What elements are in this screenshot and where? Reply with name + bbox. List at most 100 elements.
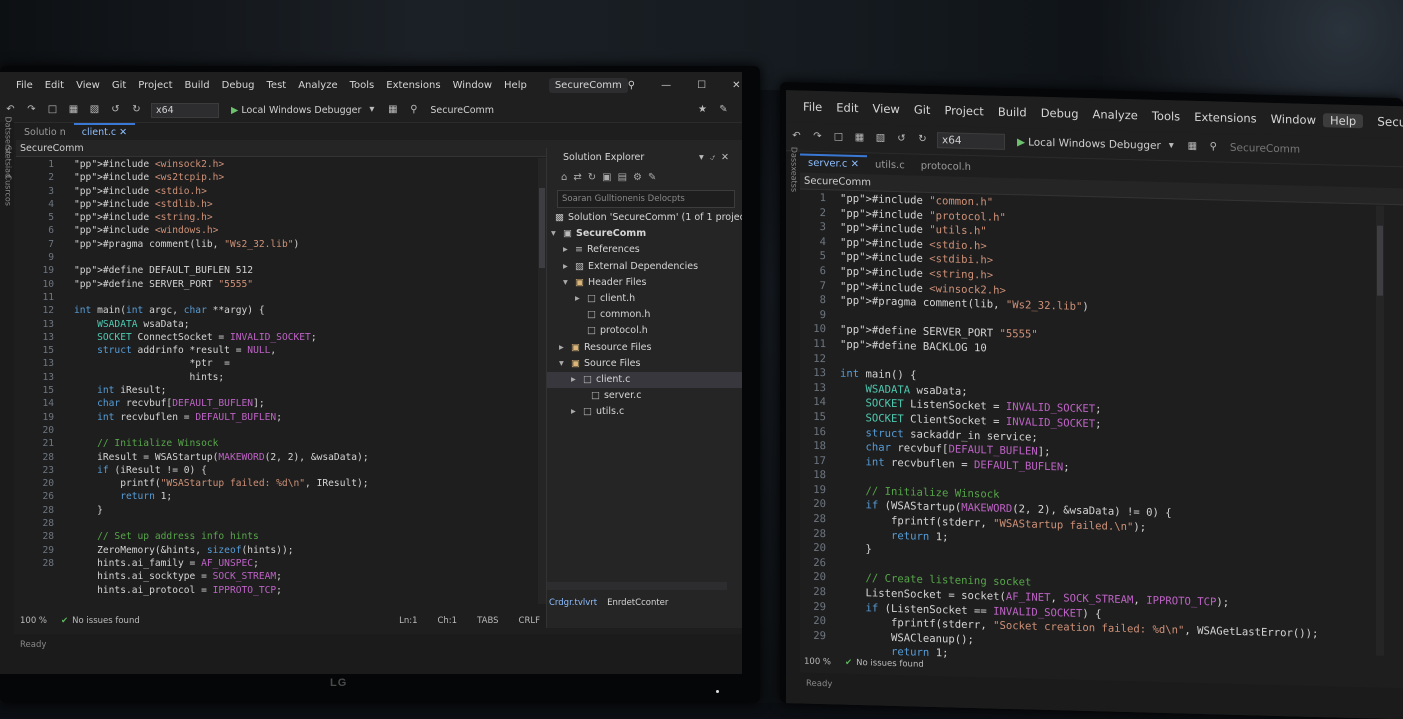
code-line[interactable]: "pp">#include <stdio.h>	[74, 185, 369, 198]
new-file-icon[interactable]: □	[832, 131, 845, 143]
menu-file[interactable]: File	[796, 99, 829, 115]
menu-edit[interactable]: Edit	[829, 100, 865, 115]
find-icon[interactable]: ⚲	[407, 104, 420, 116]
code-line[interactable]: struct addrinfo *result = NULL,	[74, 344, 369, 357]
tree-client-h[interactable]: ▸ □ client.h	[547, 291, 742, 307]
tree-protocol-h[interactable]: □ protocol.h	[547, 323, 742, 339]
menu-git[interactable]: Git	[106, 80, 132, 91]
tab-error-list[interactable]: EnrdetCconter	[607, 598, 668, 608]
menu-git[interactable]: Git	[907, 102, 938, 117]
tree-common-h[interactable]: □ common.h	[547, 307, 742, 323]
code-line[interactable]: "pp">#define SERVER_PORT "5555"	[74, 278, 369, 291]
zoom-level[interactable]: 100 %	[804, 657, 831, 668]
code-line[interactable]: ZeroMemory(&hints, sizeof(hints));	[74, 544, 369, 557]
tree-utils-c[interactable]: ▸ □ utils.c	[547, 404, 742, 420]
tree-external-dependencies[interactable]: ▸ ▧ External Dependencies	[547, 259, 742, 275]
tab-solution-explorer[interactable]: Crdgr.tvlvrt	[549, 598, 597, 608]
save-all-icon[interactable]: ▧	[874, 132, 887, 144]
minimize-icon[interactable]: —	[661, 80, 671, 91]
code-line[interactable]: *ptr =	[74, 357, 369, 370]
tree-solution[interactable]: ▩ Solution 'SecureComm' (1 of 1 project)	[547, 210, 742, 226]
back-icon[interactable]: ↶	[790, 130, 803, 142]
maximize-icon[interactable]: ☐	[697, 80, 706, 91]
tree-project[interactable]: ▾ ▣ SecureComm	[547, 226, 742, 242]
menu-build[interactable]: Build	[179, 80, 216, 91]
start-debug-icon[interactable]: ▶	[231, 105, 238, 116]
tabs-indicator[interactable]: TABS	[477, 616, 498, 626]
tab-client-c[interactable]: client.c ✕	[73, 123, 136, 140]
side-tab-3[interactable]: Cusrcos	[4, 175, 13, 235]
tree-server-c[interactable]: □ server.c	[547, 388, 742, 404]
tab-protocol-h[interactable]: protocol.h	[913, 158, 979, 175]
code-line[interactable]: int recvbuflen = DEFAULT_BUFLEN;	[74, 411, 369, 424]
zoom-level[interactable]: 100 %	[20, 616, 47, 626]
menu-extensions[interactable]: Extensions	[1187, 110, 1263, 126]
code-line[interactable]: return 1;	[74, 490, 369, 503]
forward-icon[interactable]: ↷	[25, 104, 38, 116]
show-all-icon[interactable]: ▤	[618, 172, 627, 183]
menu-help[interactable]: Help	[498, 80, 533, 91]
tree-source-files[interactable]: ▾ ▣ Source Files	[547, 356, 742, 372]
collapse-icon[interactable]: ▣	[602, 172, 611, 183]
code-line[interactable]: iResult = WSAStartup(MAKEWORD(2, 2), &ws…	[74, 451, 369, 464]
menu-file[interactable]: File	[10, 80, 39, 91]
find-icon[interactable]: ⚲	[1207, 141, 1220, 153]
tree-header-files[interactable]: ▾ ▣ Header Files	[547, 275, 742, 291]
menu-tools[interactable]: Tools	[344, 80, 381, 91]
code-line[interactable]: if (iResult != 0) {	[74, 464, 369, 477]
close-icon[interactable]: ✕	[732, 80, 740, 91]
menu-analyze[interactable]: Analyze	[1086, 107, 1145, 123]
platform-select[interactable]: x64	[937, 132, 1005, 150]
preview-icon[interactable]: ✎	[648, 172, 656, 183]
close-tab-icon[interactable]: ✕	[851, 159, 859, 170]
code-line[interactable]: "pp">#include <winsock2.h>	[74, 158, 369, 171]
scroll-thumb[interactable]	[539, 188, 545, 268]
properties-icon[interactable]: ⚙	[633, 172, 642, 183]
menu-extensions[interactable]: Extensions	[380, 80, 446, 91]
code-line[interactable]: }	[74, 504, 369, 517]
menu-help[interactable]: Help	[1322, 113, 1364, 129]
column-indicator[interactable]: Ch:1	[437, 616, 457, 626]
menu-test[interactable]: Test	[261, 80, 293, 91]
menu-tools[interactable]: Tools	[1145, 109, 1187, 124]
solution-search-input[interactable]: Soaran Gulltionenis Delocpts	[557, 190, 735, 208]
code-line[interactable]: hints.ai_family = AF_UNSPEC;	[74, 557, 369, 570]
search-icon[interactable]: ⚲	[628, 80, 635, 91]
chevron-down-icon[interactable]: ▾	[365, 104, 378, 116]
code-line[interactable]: SOCKET ConnectSocket = INVALID_SOCKET;	[74, 331, 369, 344]
line-indicator[interactable]: Ln:1	[399, 616, 417, 626]
code-line[interactable]: "pp">#include <ws2tcpip.h>	[74, 171, 369, 184]
panel-controls[interactable]: ▾⍻✕	[699, 152, 742, 163]
eol-indicator[interactable]: CRLF	[519, 616, 540, 626]
issues-status[interactable]: No issues found	[856, 658, 924, 670]
code-line[interactable]	[74, 251, 369, 264]
new-file-icon[interactable]: □	[46, 104, 59, 116]
code-line[interactable]: WSADATA wsaData;	[74, 318, 369, 331]
grid-icon[interactable]: ▦	[1186, 141, 1199, 153]
forward-icon[interactable]: ↷	[811, 131, 824, 143]
code-text[interactable]: "pp">#include <winsock2.h> "pp">#include …	[74, 158, 369, 597]
menu-view[interactable]: View	[70, 80, 106, 91]
notification-icon[interactable]: ★	[696, 104, 709, 116]
menu-window[interactable]: Window	[447, 80, 498, 91]
save-icon[interactable]: ▦	[853, 132, 866, 144]
code-line[interactable]: printf("WSAStartup failed: %d\n", IResul…	[74, 477, 368, 490]
code-line[interactable]: // Initialize Winsock	[74, 437, 369, 450]
menu-debug[interactable]: Debug	[216, 80, 261, 91]
side-tab[interactable]: Dassxeatss	[790, 147, 799, 207]
back-icon[interactable]: ↶	[4, 104, 17, 116]
start-debug-icon[interactable]: ▶	[1017, 136, 1025, 148]
feedback-icon[interactable]: ✎	[717, 104, 730, 116]
home-icon[interactable]: ⌂	[561, 172, 567, 183]
code-line[interactable]: "pp">#include <string.h>	[74, 211, 369, 224]
save-icon[interactable]: ▦	[67, 104, 80, 116]
code-line[interactable]: hints;	[74, 371, 369, 384]
code-line[interactable]: hints.ai_socktype = SOCK_STREAM;	[74, 570, 369, 583]
close-tab-icon[interactable]: ✕	[119, 127, 127, 138]
menu-debug[interactable]: Debug	[1034, 106, 1086, 121]
tree-client-c[interactable]: ▸ □ client.c	[547, 371, 742, 389]
menu-project[interactable]: Project	[132, 80, 178, 91]
code-line[interactable]: // Set up address info hints	[74, 530, 369, 543]
menu-project[interactable]: Project	[937, 103, 990, 118]
code-text[interactable]: "pp">#include "common.h" "pp">#include "p…	[840, 192, 1318, 672]
